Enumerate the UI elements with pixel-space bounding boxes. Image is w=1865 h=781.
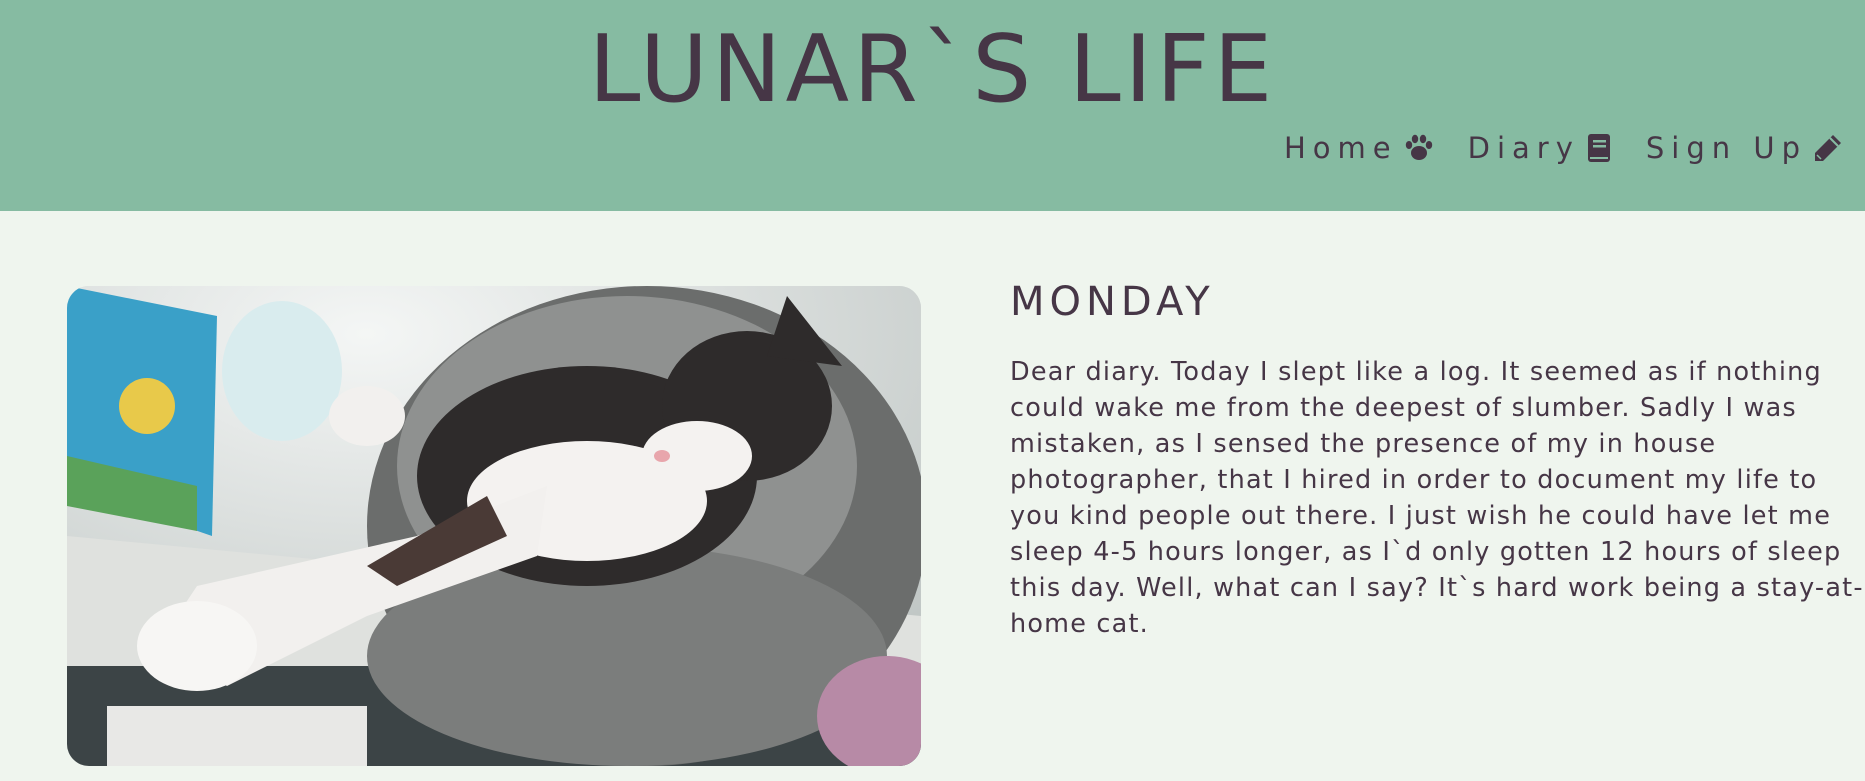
nav-item-label: Sign Up xyxy=(1645,131,1807,165)
entry-photo xyxy=(67,286,921,766)
book-icon xyxy=(1586,133,1612,163)
paw-icon xyxy=(1404,134,1434,162)
entry-heading: MONDAY xyxy=(1010,279,1215,325)
entry-body: Dear diary. Today I slept like a log. It… xyxy=(1010,357,1864,639)
site-header: LUNAR`S LIFE Home Diary Sign Up xyxy=(0,0,1865,211)
nav-item-label: Home xyxy=(1284,131,1398,165)
pencil-icon xyxy=(1813,133,1843,163)
site-title: LUNAR`S LIFE xyxy=(588,15,1277,123)
nav-item-label: Diary xyxy=(1467,131,1580,165)
nav-item-home[interactable]: Home xyxy=(1284,131,1434,165)
nav-item-sign-up[interactable]: Sign Up xyxy=(1646,131,1843,165)
main-nav: Home Diary Sign Up xyxy=(1250,131,1843,165)
nav-item-diary[interactable]: Diary xyxy=(1468,131,1612,165)
